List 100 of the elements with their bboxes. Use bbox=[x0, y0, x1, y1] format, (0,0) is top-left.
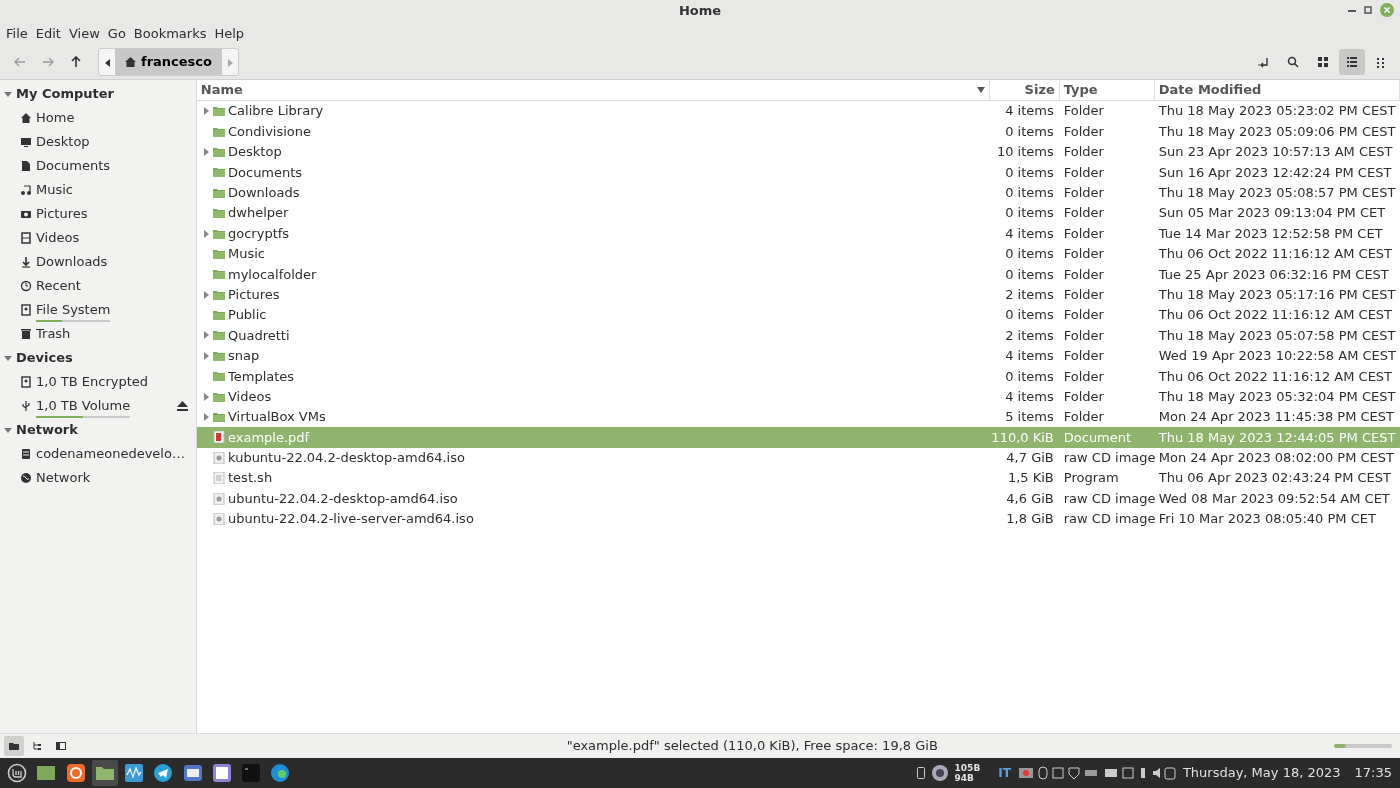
sidebar-item[interactable]: Home bbox=[0, 106, 196, 130]
places-pane-button[interactable] bbox=[4, 736, 24, 756]
tree-pane-icon bbox=[32, 741, 43, 751]
file-name: ubuntu-22.04.2-desktop-amd64.iso bbox=[228, 489, 458, 508]
expander-icon[interactable] bbox=[204, 331, 210, 340]
zoom-slider[interactable] bbox=[1334, 744, 1392, 748]
file-row[interactable]: mylocalfolder 0 items Folder Tue 25 Apr 2023 06:32:16 PM CEST bbox=[196, 264, 1400, 285]
file-name: dwhelper bbox=[228, 204, 289, 223]
file-name: Quadretti bbox=[228, 326, 290, 345]
date-label[interactable]: Thursday, May 18, 2023 bbox=[1182, 763, 1341, 783]
file-name: Music bbox=[228, 245, 265, 264]
home-icon bbox=[20, 112, 32, 124]
folder-icon bbox=[212, 227, 225, 240]
monitor-icon bbox=[20, 136, 32, 148]
sidebar-item[interactable]: codenameonedevelo… bbox=[0, 442, 196, 466]
menu-item[interactable]: Help bbox=[210, 22, 249, 45]
file-row[interactable]: ubuntu-22.04.2-live-server-amd64.iso 1,8 GiB raw CD image Fri 10 Mar 2023 08:05:40 PM CET bbox=[196, 508, 1400, 530]
file-row[interactable]: Quadretti 2 items Folder Thu 18 May 2023 05:07:58 PM CEST bbox=[196, 325, 1400, 346]
file-row[interactable]: test.sh 1,5 KiB Program Thu 06 Apr 2023 02:43:24 PM CEST bbox=[196, 468, 1400, 489]
file-date: Thu 18 May 2023 05:17:16 PM CEST bbox=[1158, 285, 1396, 304]
file-date: Thu 06 Apr 2023 02:43:24 PM CEST bbox=[1158, 469, 1392, 488]
file-name: Videos bbox=[228, 387, 272, 406]
menu-item[interactable]: File bbox=[2, 22, 32, 45]
folder-icon bbox=[212, 411, 225, 424]
expander-icon[interactable] bbox=[204, 351, 210, 360]
left-triangle-icon bbox=[104, 59, 110, 67]
sidebar-item[interactable]: Videos bbox=[0, 226, 196, 250]
sidebar-item[interactable]: 1,0 TB Volume bbox=[0, 394, 196, 418]
file-row[interactable]: Public 0 items Folder Thu 06 Oct 2022 11:16:12 AM CEST bbox=[196, 304, 1400, 326]
file-size: 1,5 KiB bbox=[1007, 469, 1054, 488]
expanded-caret-icon[interactable] bbox=[4, 426, 12, 434]
menu-item[interactable]: Bookmarks bbox=[129, 22, 211, 45]
file-row[interactable]: Videos 4 items Folder Thu 18 May 2023 05:32:04 PM CEST bbox=[196, 386, 1400, 407]
drive-icon bbox=[20, 376, 32, 388]
file-row[interactable]: Desktop 10 items Folder Sun 23 Apr 2023 10:57:13 AM CEST bbox=[196, 141, 1400, 163]
menu-item[interactable]: View bbox=[64, 22, 104, 45]
keyboard-layout[interactable]: IT bbox=[998, 764, 1011, 782]
sidebar-item[interactable]: Music bbox=[0, 178, 196, 202]
expander-icon[interactable] bbox=[204, 147, 210, 156]
file-row[interactable]: VirtualBox VMs 5 items Folder Mon 24 Apr 2023 11:45:38 PM CEST bbox=[196, 406, 1400, 428]
close-icon[interactable] bbox=[1380, 3, 1394, 17]
file-row[interactable]: snap 4 items Folder Wed 19 Apr 2023 10:22:58 AM CEST bbox=[196, 345, 1400, 367]
menu-item[interactable]: Go bbox=[103, 22, 130, 45]
file-size: 4 items bbox=[1005, 102, 1054, 121]
file-name: Calibre Library bbox=[228, 102, 324, 121]
file-name: example.pdf bbox=[228, 428, 310, 447]
column-header[interactable]: Type bbox=[1063, 80, 1098, 100]
file-size: 0 items bbox=[1005, 184, 1054, 202]
column-header[interactable]: Name bbox=[200, 80, 243, 100]
file-size: 0 items bbox=[1005, 122, 1054, 141]
menu-item[interactable]: Edit bbox=[31, 22, 65, 45]
path-crumb[interactable]: francesco bbox=[115, 49, 222, 75]
minimize-icon[interactable] bbox=[1348, 8, 1356, 12]
file-row[interactable]: Music 0 items Folder Thu 06 Oct 2022 11:16:12 AM CEST bbox=[196, 243, 1400, 265]
file-row[interactable]: kubuntu-22.04.2-desktop-amd64.iso 4,7 GiB raw CD image Mon 24 Apr 2023 08:02:00 PM CEST bbox=[196, 447, 1400, 469]
file-type: Folder bbox=[1063, 306, 1104, 325]
file-row[interactable]: dwhelper 0 items Folder Sun 05 Mar 2023 09:13:04 PM CET bbox=[196, 202, 1400, 224]
files-button[interactable] bbox=[91, 760, 118, 786]
sidebar-item[interactable]: File System bbox=[0, 298, 196, 322]
clock-label[interactable]: 17:35 bbox=[1354, 763, 1392, 783]
sidebar-section-title: My Computer bbox=[16, 85, 114, 104]
file-row[interactable]: Calibre Library 4 items Folder Thu 18 May 2023 05:23:02 PM CEST bbox=[196, 101, 1400, 122]
expander-icon[interactable] bbox=[204, 107, 210, 116]
expander-icon[interactable] bbox=[204, 413, 210, 422]
file-row[interactable]: Condivisione 0 items Folder Thu 18 May 2023 05:09:06 PM CEST bbox=[196, 121, 1400, 142]
file-row[interactable]: Documents 0 items Folder Sun 16 Apr 2023 12:42:24 PM CEST bbox=[196, 162, 1400, 183]
file-name: mylocalfolder bbox=[228, 265, 317, 284]
notes-icon bbox=[211, 763, 232, 783]
list-button[interactable] bbox=[1338, 49, 1365, 75]
sidebar-item[interactable]: Downloads bbox=[0, 250, 196, 274]
sidebar-item[interactable]: Recent bbox=[0, 274, 196, 298]
list-icon bbox=[1345, 56, 1358, 68]
sidebar-item[interactable]: Desktop bbox=[0, 130, 196, 154]
sidebar-item[interactable]: 1,0 TB Encrypted bbox=[0, 370, 196, 394]
sidebar-item[interactable]: Trash bbox=[0, 322, 196, 346]
sidebar-item[interactable]: Documents bbox=[0, 154, 196, 178]
file-row[interactable]: Downloads 0 items Folder Thu 18 May 2023 05:08:57 PM CEST bbox=[196, 182, 1400, 203]
maximize-icon[interactable] bbox=[1364, 6, 1372, 14]
phone-icon[interactable] bbox=[916, 767, 925, 779]
expanded-caret-icon[interactable] bbox=[4, 90, 12, 98]
file-type: Folder bbox=[1063, 224, 1104, 243]
sidebar-item[interactable]: Network bbox=[0, 466, 196, 490]
file-row[interactable]: Pictures 2 items Folder Thu 18 May 2023 05:17:16 PM CEST bbox=[196, 284, 1400, 305]
expander-icon[interactable] bbox=[204, 290, 210, 299]
file-type: Folder bbox=[1063, 163, 1104, 182]
eject-button[interactable] bbox=[176, 401, 188, 411]
firefox-icon bbox=[65, 763, 86, 783]
eject-icon bbox=[176, 401, 188, 411]
sidebar-item[interactable]: Pictures bbox=[0, 202, 196, 226]
column-header[interactable]: Size bbox=[1024, 80, 1055, 100]
expander-icon[interactable] bbox=[204, 229, 210, 238]
sort-caret-icon[interactable] bbox=[976, 87, 985, 93]
file-type: Folder bbox=[1063, 285, 1104, 304]
file-row[interactable]: gocryptfs 4 items Folder Tue 14 Mar 2023 12:52:58 PM CET bbox=[196, 223, 1400, 244]
expander-icon[interactable] bbox=[204, 392, 210, 401]
column-header[interactable]: Date Modified bbox=[1158, 80, 1262, 100]
file-row[interactable]: ubuntu-22.04.2-desktop-amd64.iso 4,6 GiB raw CD image Wed 08 Mar 2023 09:52:54 AM CET bbox=[196, 488, 1400, 509]
file-row[interactable]: Templates 0 items Folder Thu 06 Oct 2022 11:16:12 AM CEST bbox=[196, 366, 1400, 387]
expanded-caret-icon[interactable] bbox=[4, 354, 12, 362]
file-type: Folder bbox=[1063, 184, 1104, 202]
